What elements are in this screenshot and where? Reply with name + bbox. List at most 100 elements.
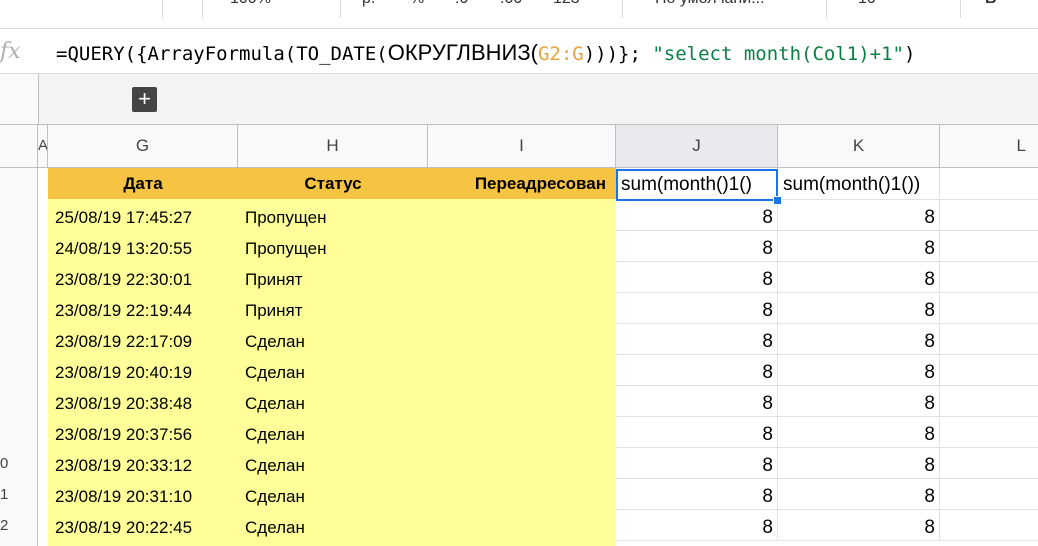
formula-bar: fx =QUERY({ArrayFormula(TO_DATE(ОКРУГЛВН… bbox=[0, 29, 1038, 74]
date-cell[interactable]: 23/08/19 22:30:01 bbox=[48, 262, 238, 293]
empty-cell-l[interactable] bbox=[940, 231, 1038, 262]
empty-cell-l[interactable] bbox=[940, 262, 1038, 293]
empty-cell-l[interactable] bbox=[940, 355, 1038, 386]
header-forwarded-cell[interactable]: Переадресован bbox=[428, 168, 616, 199]
increase-decimal-button[interactable]: .00 bbox=[500, 0, 522, 8]
font-size-select[interactable]: 10 bbox=[858, 0, 876, 8]
query-value-cell-k[interactable]: 8 bbox=[778, 386, 940, 417]
forwarded-cell[interactable] bbox=[428, 386, 616, 417]
percent-format-button[interactable]: % bbox=[410, 0, 424, 8]
row-number[interactable]: 0 bbox=[0, 455, 37, 472]
query-value-cell-k[interactable]: 8 bbox=[778, 355, 940, 386]
select-all-corner[interactable] bbox=[0, 125, 38, 167]
status-cell[interactable]: Пропущен bbox=[238, 231, 428, 262]
query-value-cell-k[interactable]: 8 bbox=[778, 231, 940, 262]
query-value-cell-k[interactable]: 8 bbox=[778, 324, 940, 355]
column-header-i[interactable]: I bbox=[428, 125, 616, 167]
column-header-h[interactable]: H bbox=[238, 125, 428, 167]
query-value-cell-k[interactable]: 8 bbox=[778, 200, 940, 231]
row-number[interactable]: 2 bbox=[0, 517, 37, 534]
query-value-cell-j[interactable]: 8 bbox=[616, 417, 778, 448]
query-value-cell-j[interactable]: 8 bbox=[616, 479, 778, 510]
row-number[interactable]: 1 bbox=[0, 486, 37, 503]
query-value-cell-k[interactable]: 8 bbox=[778, 417, 940, 448]
query-header-cell-k[interactable]: sum(month()1()) bbox=[778, 168, 940, 200]
fill-handle[interactable] bbox=[773, 196, 782, 205]
column-header-j[interactable]: J bbox=[616, 125, 778, 167]
forwarded-cell[interactable] bbox=[428, 231, 616, 262]
query-value-cell-j[interactable]: 8 bbox=[616, 386, 778, 417]
query-value-cell-j[interactable]: 8 bbox=[616, 200, 778, 231]
empty-cell-l[interactable] bbox=[940, 293, 1038, 324]
forwarded-cell[interactable] bbox=[428, 324, 616, 355]
status-cell[interactable]: Сделан bbox=[238, 355, 428, 386]
empty-cell-l[interactable] bbox=[940, 417, 1038, 448]
toolbar-divider bbox=[622, 0, 623, 18]
more-formats-button[interactable]: 123 bbox=[553, 0, 580, 8]
forwarded-cell[interactable] bbox=[428, 293, 616, 324]
column-header-l[interactable]: L bbox=[940, 125, 1038, 167]
header-status-cell[interactable]: Статус bbox=[238, 168, 428, 199]
query-value-cell-k[interactable]: 8 bbox=[778, 262, 940, 293]
forwarded-cell[interactable] bbox=[428, 417, 616, 448]
formula-function: ОКРУГЛВНИЗ( bbox=[387, 40, 538, 65]
empty-cell-l[interactable] bbox=[940, 200, 1038, 231]
empty-cell-l[interactable] bbox=[940, 324, 1038, 355]
query-value-cell-k[interactable]: 8 bbox=[778, 293, 940, 324]
forwarded-cell[interactable] bbox=[428, 479, 616, 510]
query-value-cell-k[interactable]: 8 bbox=[778, 479, 940, 510]
date-cell[interactable]: 23/08/19 20:38:48 bbox=[48, 386, 238, 417]
date-cell[interactable]: 23/08/19 20:22:45 bbox=[48, 510, 238, 541]
date-cell[interactable]: 23/08/19 20:33:12 bbox=[48, 448, 238, 479]
date-cell[interactable]: 23/08/19 20:40:19 bbox=[48, 355, 238, 386]
date-cell[interactable]: 25/08/19 17:45:27 bbox=[48, 200, 238, 231]
column-header-a[interactable]: A bbox=[38, 125, 48, 167]
query-value-cell-k[interactable]: 8 bbox=[778, 510, 940, 541]
date-cell[interactable]: 23/08/19 22:19:44 bbox=[48, 293, 238, 324]
status-cell[interactable]: Сделан bbox=[238, 448, 428, 479]
query-header-cell-j[interactable]: sum(month()1() bbox=[616, 168, 778, 200]
zoom-select[interactable]: 100% bbox=[230, 0, 271, 8]
empty-cell-l[interactable] bbox=[940, 479, 1038, 510]
query-value-cell-k[interactable]: 8 bbox=[778, 448, 940, 479]
expand-group-plus-icon[interactable]: + bbox=[132, 87, 157, 112]
forwarded-cell[interactable] bbox=[428, 510, 616, 541]
status-cell[interactable]: Сделан bbox=[238, 479, 428, 510]
date-cell[interactable]: 23/08/19 20:37:56 bbox=[48, 417, 238, 448]
query-value-cell-j[interactable]: 8 bbox=[616, 448, 778, 479]
decrease-decimal-button[interactable]: .0 bbox=[455, 0, 468, 8]
forwarded-cell[interactable] bbox=[428, 448, 616, 479]
query-value-cell-j[interactable]: 8 bbox=[616, 510, 778, 541]
status-cell[interactable]: Принят bbox=[238, 293, 428, 324]
date-cell[interactable]: 24/08/19 13:20:55 bbox=[48, 231, 238, 262]
date-cell[interactable]: 23/08/19 22:17:09 bbox=[48, 324, 238, 355]
column-header-k[interactable]: K bbox=[778, 125, 940, 167]
query-value-cell-j[interactable]: 8 bbox=[616, 324, 778, 355]
status-cell[interactable]: Пропущен bbox=[238, 200, 428, 231]
status-cell[interactable]: Сделан bbox=[238, 510, 428, 541]
query-value-cell-j[interactable]: 8 bbox=[616, 262, 778, 293]
empty-cell-l[interactable] bbox=[940, 448, 1038, 479]
empty-cell-l[interactable] bbox=[940, 386, 1038, 417]
header-date-cell[interactable]: Дата bbox=[48, 168, 238, 199]
formula-input[interactable]: =QUERY({ArrayFormula(TO_DATE(ОКРУГЛВНИЗ(… bbox=[56, 40, 915, 66]
empty-cell-l[interactable] bbox=[940, 510, 1038, 541]
cell-l1[interactable] bbox=[940, 168, 1038, 200]
bold-button[interactable]: B bbox=[985, 0, 997, 8]
query-value-cell-j[interactable]: 8 bbox=[616, 293, 778, 324]
forwarded-cell[interactable] bbox=[428, 355, 616, 386]
toolbar-divider bbox=[960, 0, 961, 18]
query-value-cell-j[interactable]: 8 bbox=[616, 231, 778, 262]
toolbar-divider bbox=[826, 0, 827, 18]
currency-format-button[interactable]: р. bbox=[362, 0, 375, 8]
font-select[interactable]: По умолчани... bbox=[655, 0, 765, 8]
status-cell[interactable]: Принят bbox=[238, 262, 428, 293]
column-header-g[interactable]: G bbox=[48, 125, 238, 167]
query-value-cell-j[interactable]: 8 bbox=[616, 355, 778, 386]
forwarded-cell[interactable] bbox=[428, 200, 616, 231]
status-cell[interactable]: Сделан bbox=[238, 386, 428, 417]
forwarded-cell[interactable] bbox=[428, 262, 616, 293]
status-cell[interactable]: Сделан bbox=[238, 324, 428, 355]
date-cell[interactable]: 23/08/19 20:31:10 bbox=[48, 479, 238, 510]
status-cell[interactable]: Сделан bbox=[238, 417, 428, 448]
